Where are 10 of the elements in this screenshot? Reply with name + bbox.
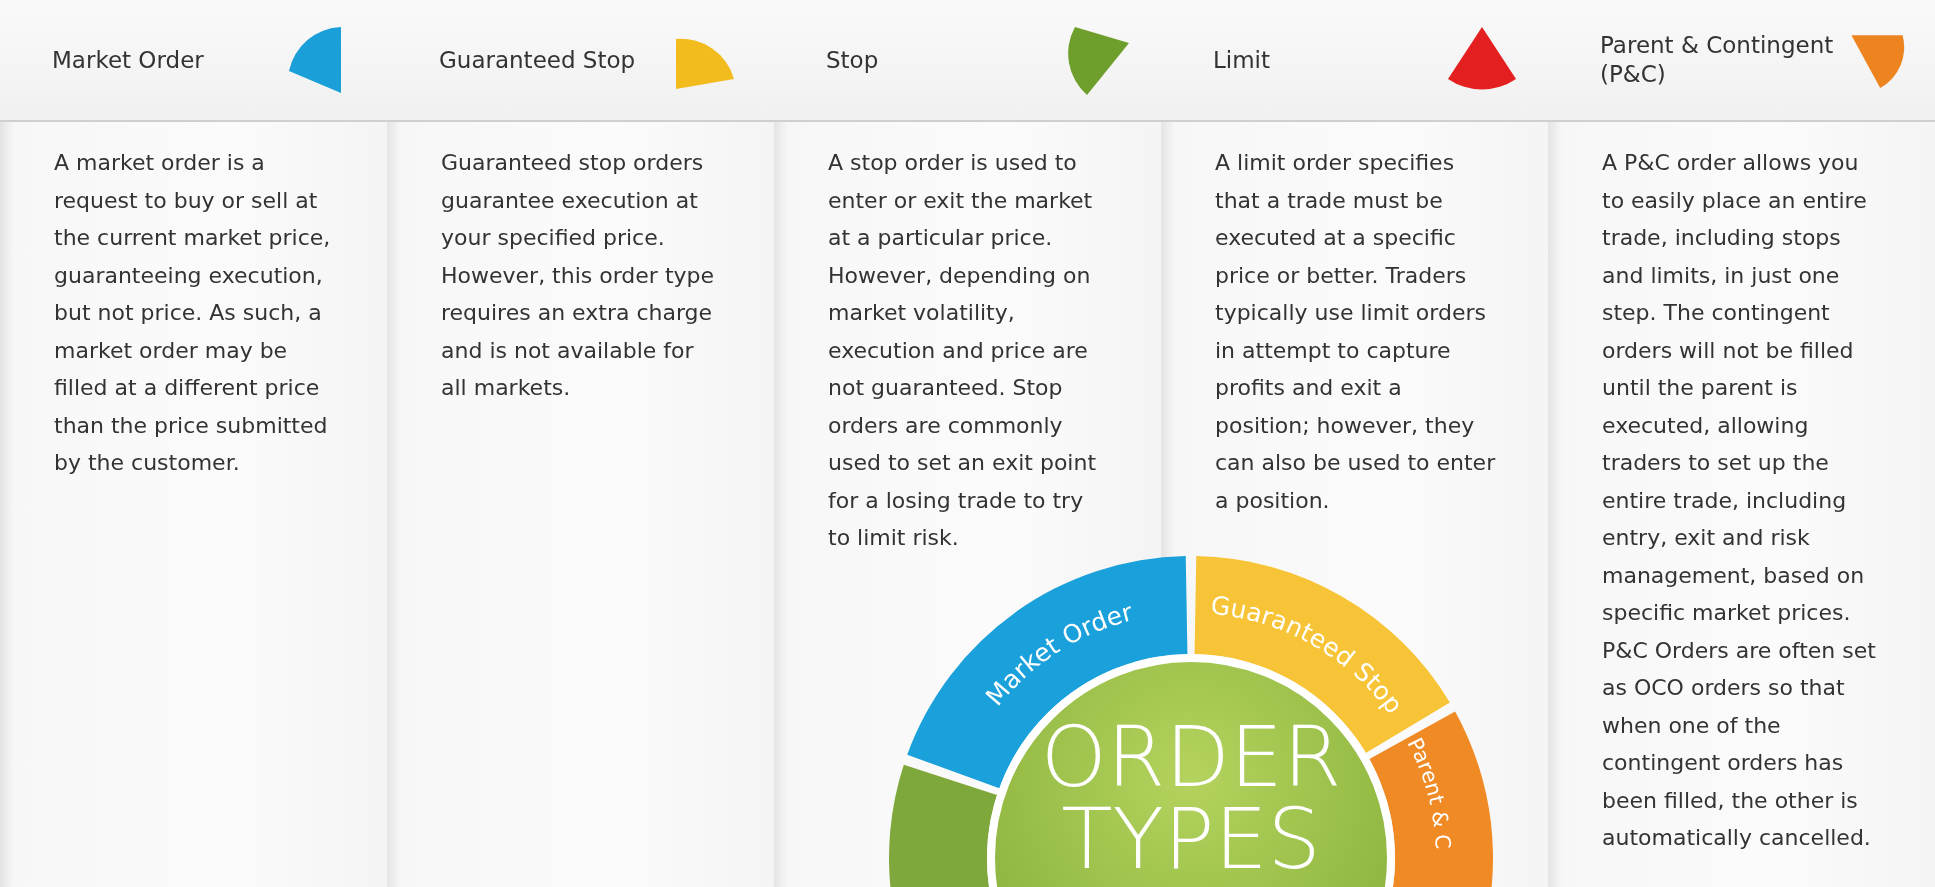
- column-description: Guaranteed stop orders guarantee execution at your specified price. However, this order type requires an extra charge and is not available for all markets.: [440, 149, 716, 402]
- column-title: Parent & Contingent (P&C): [1600, 31, 1835, 89]
- column-title: Limit: [1213, 45, 1271, 75]
- column-description: A market order is a request to buy or sell at the current market price, guaranteeing execution, but not price. As such, a market order may be filled at a different price than the price submitted by the customer.: [53, 149, 332, 477]
- column-description: A limit order specifies that a trade must be executed at a specific price or better. Traders typically use limit orders in attempt to capture profits and exit a position; however, they can also be used to enter a position.: [1214, 149, 1497, 515]
- column-description: A stop order is used to enter or exit the market at a particular price. However, depending on market volatility, execution and price are not guaranteed. Stop orders are commonly used to set an exit point for a losing trade to try to limit risk.: [827, 149, 1098, 552]
- column-title: Stop: [826, 45, 879, 75]
- column-description: A P&C order allows you to easily place an entire trade, including stops and limits, in just one step. The contingent orders will not be filled until the parent is executed, allowing traders to set up the entire trade, including entry, exit and risk management, based on specific market prices. P&C Orders are often set as OCO orders so that when one of the contingent orders has been filled, the other is automatically cancelled.: [1601, 149, 1877, 852]
- column-title: Guaranteed Stop: [439, 45, 636, 75]
- column-title: Market Order: [52, 45, 204, 75]
